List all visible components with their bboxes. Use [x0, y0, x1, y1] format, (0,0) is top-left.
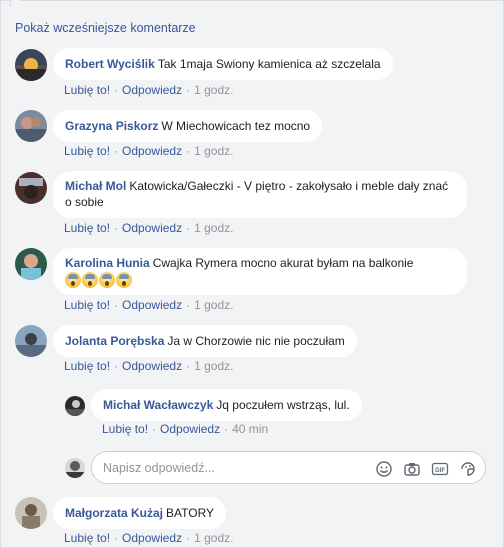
like-link[interactable]: Lubię to! [64, 359, 110, 373]
gif-icon[interactable]: GIF [431, 460, 449, 478]
avatar[interactable] [15, 110, 47, 142]
screaming-face-emoji [99, 272, 115, 288]
sticker-icon[interactable] [459, 460, 477, 478]
comment-author[interactable]: Michał Wacławczyk [103, 398, 213, 412]
comment-author[interactable]: Małgorzata Kużaj [65, 506, 163, 520]
avatar[interactable] [15, 172, 47, 204]
avatar[interactable] [15, 325, 47, 357]
reply-actions: Lubię to! · Odpowiedz · 40 min [102, 422, 269, 436]
reply-link[interactable]: Odpowiedz [122, 298, 182, 312]
comment-timestamp[interactable]: 1 godz. [194, 144, 233, 158]
comment-timestamp[interactable]: 1 godz. [194, 83, 233, 97]
comment-timestamp[interactable]: 1 godz. [194, 221, 233, 235]
emoji-row [65, 272, 455, 289]
reply-link[interactable]: Odpowiedz [122, 83, 182, 97]
comment-timestamp[interactable]: 1 godz. [194, 298, 233, 312]
like-link[interactable]: Lubię to! [64, 144, 110, 158]
comment-actions: Lubię to! · Odpowiedz · 1 godz. [64, 298, 234, 312]
reply-link[interactable]: Odpowiedz [160, 422, 220, 436]
comment-author[interactable]: Karolina Hunia [65, 256, 150, 270]
comment-author[interactable]: Robert Wyciślik [65, 57, 155, 71]
svg-text:GIF: GIF [435, 468, 445, 474]
screaming-face-emoji [82, 272, 98, 288]
reply-box: GIF [91, 451, 486, 484]
comment-actions: Lubię to! · Odpowiedz · 1 godz. [64, 221, 234, 235]
comment-timestamp[interactable]: 1 godz. [194, 531, 233, 545]
show-earlier-comments-link[interactable]: Pokaż wcześniejsze komentarze [15, 21, 196, 35]
screaming-face-emoji [116, 272, 132, 288]
comment-actions: Lubię to! · Odpowiedz · 1 godz. [64, 144, 234, 158]
reply-link[interactable]: Odpowiedz [122, 144, 182, 158]
comment-author[interactable]: Michał Mol [65, 179, 126, 193]
reply-link[interactable]: Odpowiedz [122, 531, 182, 545]
reply-input[interactable] [103, 459, 363, 477]
like-link[interactable]: Lubię to! [64, 531, 110, 545]
comment-actions: Lubię to! · Odpowiedz · 1 godz. [64, 359, 234, 373]
reply-link[interactable]: Odpowiedz [122, 359, 182, 373]
comment-bubble: Grazyna Piskorz W Miechowicach tez mocno [53, 110, 323, 142]
avatar[interactable] [15, 497, 47, 529]
comment-bubble: Robert Wyciślik Tak 1maja Swiony kamienic… [53, 48, 393, 80]
avatar[interactable] [65, 396, 85, 416]
comment-text: Cwajka Rymera mocno akurat byłam na balk… [152, 256, 414, 270]
reply-link[interactable]: Odpowiedz [122, 221, 182, 235]
comment-text: Jq poczułem wstrząs, lul. [216, 398, 350, 412]
comment-text: Tak 1maja Swiony kamienica aż szczelala [157, 57, 381, 71]
comment-timestamp[interactable]: 1 godz. [194, 359, 233, 373]
top-divider [0, 0, 504, 8]
comment-text: W Miechowicach tez mocno [161, 119, 311, 133]
comment-bubble: Karolina Hunia Cwajka Rymera mocno akurat… [53, 248, 467, 295]
screaming-face-emoji [65, 272, 81, 288]
comment-text: BATORY [166, 506, 215, 520]
like-link[interactable]: Lubię to! [64, 221, 110, 235]
like-link[interactable]: Lubię to! [64, 298, 110, 312]
comment-bubble: Michał Mol Katowicka/Gałeczki - V piętro … [53, 171, 467, 218]
avatar[interactable] [15, 248, 47, 280]
comment-timestamp[interactable]: 40 min [232, 422, 268, 436]
camera-icon[interactable] [403, 460, 421, 478]
smiley-icon[interactable] [375, 460, 393, 478]
current-user-avatar [65, 458, 85, 478]
comment-bubble: Małgorzata Kużaj BATORY [53, 497, 227, 529]
like-link[interactable]: Lubię to! [102, 422, 148, 436]
comment-author[interactable]: Jolanta Porębska [65, 334, 164, 348]
comment-actions: Lubię to! · Odpowiedz · 1 godz. [64, 83, 234, 97]
comment-actions: Lubię to! · Odpowiedz · 1 godz. [64, 531, 234, 545]
comment-text: Ja w Chorzowie nic nie poczułam [167, 334, 345, 348]
like-link[interactable]: Lubię to! [64, 83, 110, 97]
comment-author[interactable]: Grazyna Piskorz [65, 119, 158, 133]
comment-bubble: Jolanta Porębska Ja w Chorzowie nic nie p… [53, 325, 357, 357]
avatar[interactable] [15, 49, 47, 81]
reply-bubble: Michał Wacławczyk Jq poczułem wstrząs, lu… [91, 389, 362, 421]
